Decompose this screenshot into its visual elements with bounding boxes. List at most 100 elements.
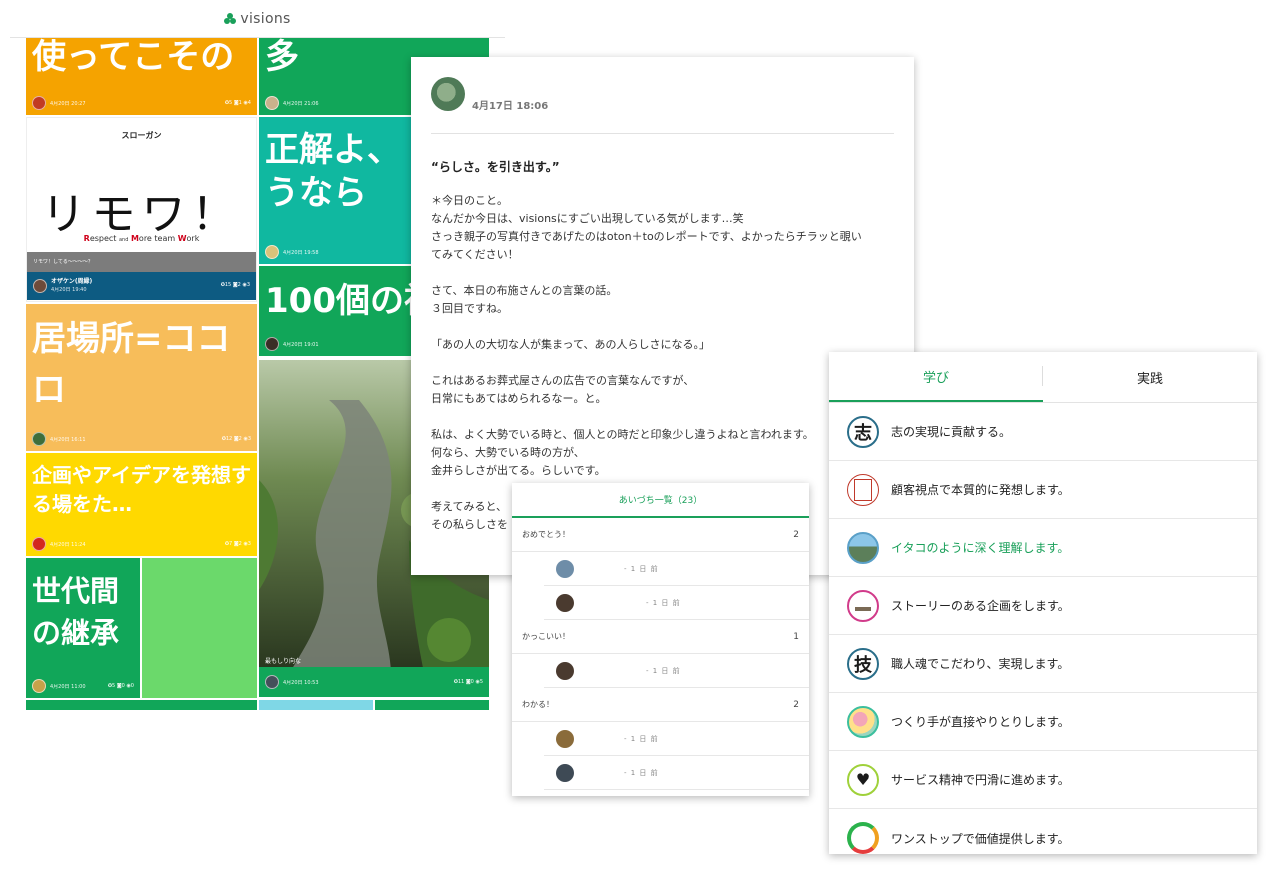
tile-title: 使ってこその <box>32 38 235 77</box>
post-time: 4月20日 19:01 <box>283 341 319 348</box>
values-tabs: 学び 実践 <box>829 352 1257 403</box>
post-tile[interactable]: 使ってこその 4月20日 20:27 ✪5 ◙1 ◉4 <box>26 38 257 115</box>
avatar[interactable] <box>556 559 574 578</box>
reaction-group[interactable]: かっこいい！ 1 <box>512 620 809 654</box>
reaction-entry[interactable]: - 1 日 前 <box>544 722 809 756</box>
post-stats: ✪15 ◙2 ◉3 <box>220 282 250 288</box>
post-tile[interactable]: 正解よ、 うなら 4月20日 19:58 <box>259 117 411 264</box>
tile-title: 世代間 の継承 <box>32 574 120 651</box>
avatar[interactable] <box>33 279 47 293</box>
avatar[interactable] <box>265 96 279 110</box>
value-label: 志の実現に貢献する。 <box>891 425 1012 439</box>
reaction-time: - 1 日 前 <box>624 734 659 743</box>
slogan-letter: W <box>177 234 187 243</box>
avatar[interactable] <box>265 337 279 351</box>
hands-icon <box>847 705 879 738</box>
post-time: 4月20日 19:58 <box>283 249 319 256</box>
post-time: 4月20日 19:40 <box>51 287 87 293</box>
reaction-label: おめでとう！ <box>522 530 570 539</box>
avatar[interactable] <box>32 432 46 446</box>
value-item[interactable]: 志 志の実現に貢献する。 <box>829 403 1257 461</box>
post-tile[interactable] <box>142 558 257 698</box>
reaction-time: - 1 日 前 <box>624 564 659 573</box>
tile-meta: 4月20日 19:58 <box>265 244 405 260</box>
cycle-icon <box>847 822 879 854</box>
post-time: 4月20日 21:06 <box>283 100 319 107</box>
value-item[interactable]: つくり手が直接やりとりします。 <box>829 693 1257 751</box>
logo-text: visions <box>240 10 291 27</box>
post-tile[interactable]: 世代間 の継承 4月20日 11:00 ✪5 ◙0 ◉0 <box>26 558 140 698</box>
value-item[interactable]: イタコのように深く理解します。 <box>829 519 1257 577</box>
kokorozashi-icon: 志 <box>847 415 879 448</box>
post-tile[interactable]: 100個の神 4月20日 19:01 <box>259 266 411 356</box>
value-label: ワンストップで価値提供します。 <box>891 831 1070 846</box>
heart-icon: ♥ <box>847 763 879 796</box>
post-title: “らしさ。を引き出す。” <box>431 160 560 174</box>
avatar[interactable] <box>32 537 46 551</box>
author-avatar[interactable] <box>431 77 465 111</box>
value-item[interactable]: 技 職人魂でこだわり、実現します。 <box>829 635 1257 693</box>
landscape-icon <box>847 531 879 564</box>
avatar[interactable] <box>556 593 574 612</box>
reactions-panel: あいづち一覧（23） おめでとう！ 2 - 1 日 前 - 1 日 前 かっこい… <box>512 483 809 796</box>
post-time: 4月20日 11:24 <box>50 541 86 548</box>
visions-logo[interactable]: visions <box>224 11 290 27</box>
post-stats: ✪5 ◙1 ◉4 <box>224 100 251 106</box>
reaction-entry[interactable]: - 1 日 前 <box>544 552 809 586</box>
tile-title: 企画やアイデアを発想する場をた… <box>32 463 251 516</box>
post-time: 4月20日 16:11 <box>50 436 86 443</box>
stamp-icon <box>847 473 879 506</box>
post-stats: ✪7 ◙2 ◉3 <box>224 541 251 547</box>
post-tile[interactable]: 企画やアイデアを発想する場をた… 4月20日 11:24 ✪7 ◙2 ◉3 <box>26 453 257 556</box>
avatar[interactable] <box>556 763 574 782</box>
reaction-entry[interactable]: - 1 日 前 <box>544 756 809 790</box>
reaction-entry[interactable]: - 1 日 前 <box>544 586 809 620</box>
tab-manabi[interactable]: 学び <box>829 352 1043 402</box>
avatar[interactable] <box>32 679 46 693</box>
divider <box>431 133 894 134</box>
reaction-label: かっこいい！ <box>522 632 570 641</box>
slogan-and: and <box>118 237 129 243</box>
post-tile[interactable] <box>26 700 257 710</box>
value-item[interactable]: ♥ サービス精神で円滑に進めます。 <box>829 751 1257 809</box>
post-stats: ✪11 ◙0 ◉5 <box>453 679 483 685</box>
value-label: イタコのように深く理解します。 <box>891 541 1070 555</box>
avatar[interactable] <box>32 96 46 110</box>
value-label: 顧客視点で本質的に発想します。 <box>891 483 1070 497</box>
tile-meta: 4月20日 10:53 ✪11 ◙0 ◉5 <box>259 667 489 697</box>
tile-meta: オザケン(周縁) 4月20日 19:40 ✪15 ◙2 ◉3 <box>27 272 256 300</box>
reaction-time: - 1 日 前 <box>646 666 681 675</box>
post-tile[interactable] <box>375 700 489 710</box>
value-item[interactable]: ワンストップで価値提供します。 <box>829 809 1257 854</box>
app-header: visions <box>10 0 505 38</box>
slogan-letter: M <box>130 234 139 243</box>
value-item[interactable]: ストーリーのある企画をします。 <box>829 577 1257 635</box>
post-tile[interactable]: 居場所=ココロ 4月20日 16:11 ✪12 ◙2 ◉3 <box>26 304 257 451</box>
post-tile[interactable] <box>259 700 373 710</box>
reaction-group[interactable]: おめでとう！ 2 <box>512 518 809 552</box>
post-tile[interactable]: スローガン リモワ！ Respect and More team Work リモ… <box>26 117 257 302</box>
tile-meta: 4月20日 11:00 ✪5 ◙0 ◉0 <box>32 678 134 694</box>
photo-caption: 最もしり向な <box>265 658 302 665</box>
reaction-time: - 1 日 前 <box>646 598 681 607</box>
waza-icon: 技 <box>847 647 879 680</box>
reaction-time: - 1 日 前 <box>624 768 659 777</box>
slogan-subtitle: Respect and More team Work <box>27 234 256 243</box>
reaction-label: わかる！ <box>522 700 554 709</box>
post-stats: ✪12 ◙2 ◉3 <box>221 436 251 442</box>
reaction-entry[interactable]: - 1 日 前 <box>544 654 809 688</box>
avatar[interactable] <box>556 661 574 680</box>
avatar[interactable] <box>265 675 279 689</box>
reactions-title[interactable]: あいづち一覧（23） <box>512 483 809 518</box>
avatar[interactable] <box>265 245 279 259</box>
value-item[interactable]: 顧客視点で本質的に発想します。 <box>829 461 1257 519</box>
reaction-count: 1 <box>793 631 799 642</box>
values-panel: 学び 実践 志 志の実現に貢献する。 顧客視点で本質的に発想します。 イタコのよ… <box>829 352 1257 854</box>
tile-meta: 4月20日 16:11 ✪12 ◙2 ◉3 <box>32 431 251 447</box>
avatar[interactable] <box>556 729 574 748</box>
tab-jissen[interactable]: 実践 <box>1043 352 1257 402</box>
tile-meta: 4月20日 19:01 <box>265 336 405 352</box>
reaction-group[interactable]: わかる！ 2 <box>512 688 809 722</box>
slogan-word: espect <box>89 234 117 243</box>
post-time: 4月20日 20:27 <box>50 100 86 107</box>
